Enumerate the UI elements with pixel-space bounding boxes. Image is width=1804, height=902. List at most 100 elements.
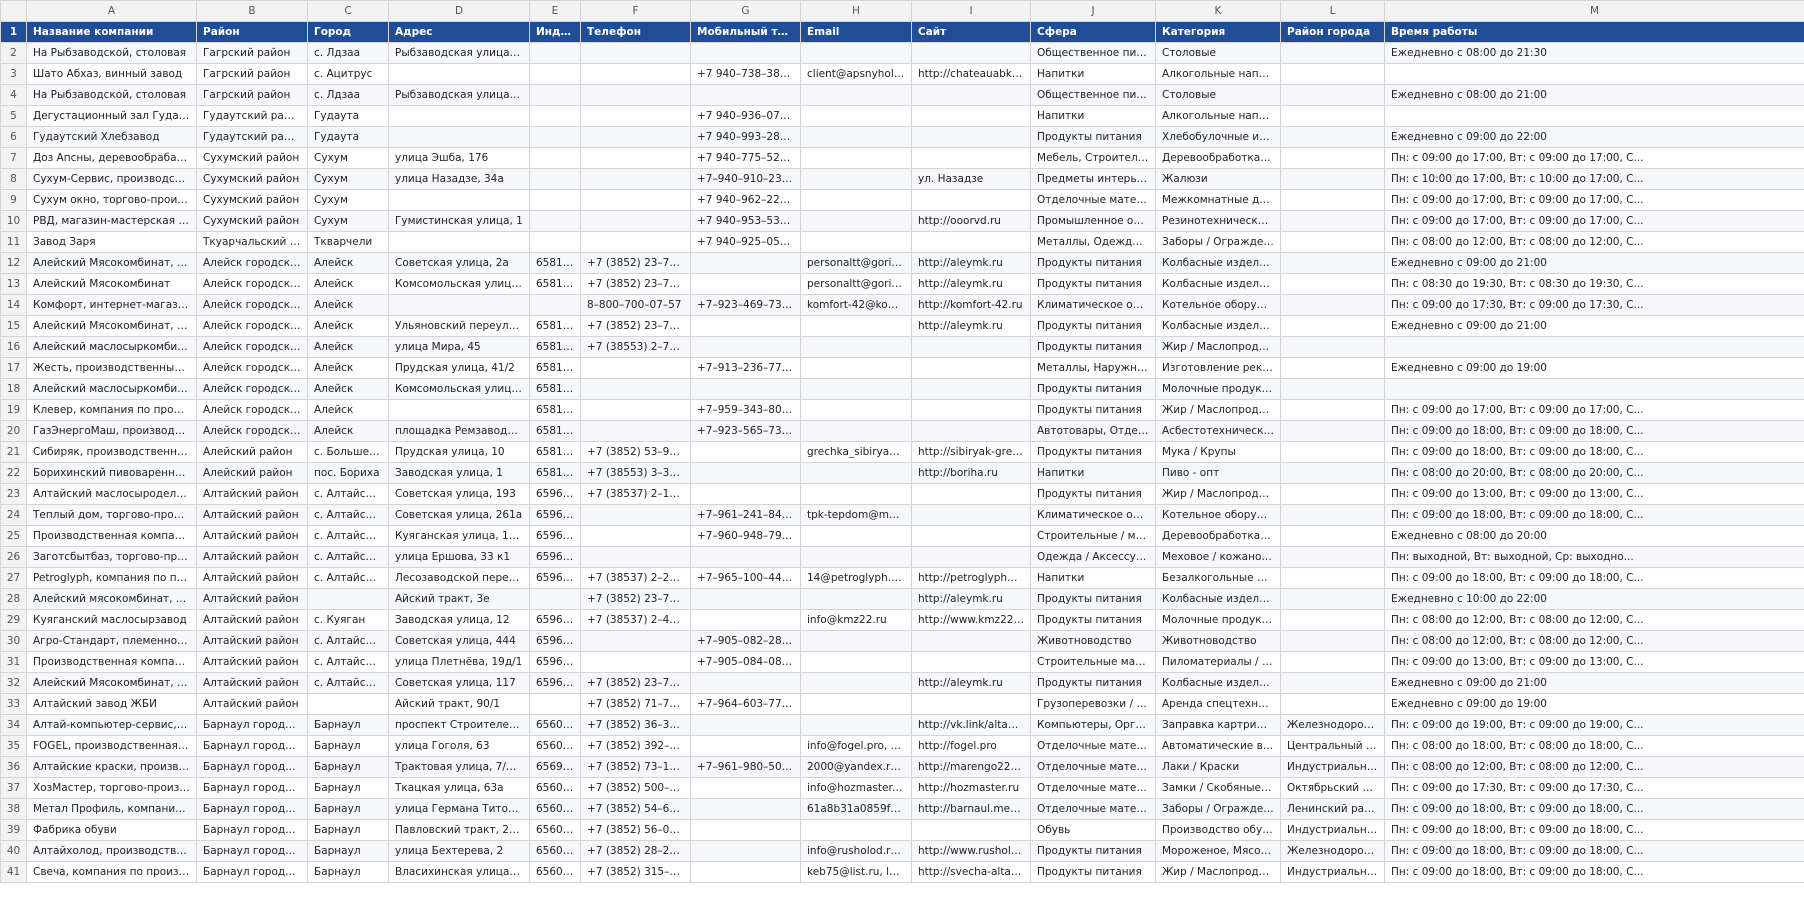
table-cell[interactable]: Продукты питания — [1030, 399, 1156, 421]
table-cell[interactable]: Алейск городской округ — [196, 399, 308, 421]
table-cell[interactable] — [1280, 462, 1385, 484]
table-cell[interactable]: улица Бехтерева, 2 — [388, 840, 530, 862]
table-cell[interactable] — [1280, 630, 1385, 652]
table-cell[interactable] — [911, 147, 1031, 169]
table-cell[interactable]: Продукты питания — [1030, 126, 1156, 148]
table-cell[interactable]: Сухум окно, торгово-производствен... — [26, 189, 197, 211]
table-cell[interactable]: +7 (3852) 23–78–78 — [580, 273, 691, 295]
header-cell[interactable]: Категория — [1155, 21, 1281, 43]
table-cell[interactable] — [911, 378, 1031, 400]
table-cell[interactable]: Алтайский район — [196, 567, 308, 589]
table-cell[interactable] — [800, 231, 912, 253]
table-cell[interactable] — [690, 546, 801, 568]
header-cell[interactable]: Адрес — [388, 21, 530, 43]
table-cell[interactable]: Отделочные материалы, С... — [1030, 735, 1156, 757]
table-cell[interactable]: Ленинский район — [1280, 798, 1385, 820]
row-number[interactable]: 20 — [0, 420, 27, 442]
table-cell[interactable]: Шато Абхаз, винный завод — [26, 63, 197, 85]
table-cell[interactable] — [911, 525, 1031, 547]
table-cell[interactable]: Колбасные изделия, Консе... — [1155, 588, 1281, 610]
table-cell[interactable]: Производственная компания — [26, 525, 197, 547]
row-number[interactable]: 30 — [0, 630, 27, 652]
table-cell[interactable]: Барнаул — [307, 714, 389, 736]
table-cell[interactable] — [800, 189, 912, 211]
row-number[interactable]: 14 — [0, 294, 27, 316]
table-cell[interactable]: grechka_sibiryak@mail.ru — [800, 441, 912, 463]
table-cell[interactable]: Алтайский район — [196, 630, 308, 652]
table-cell[interactable]: 656023 — [529, 798, 581, 820]
table-cell[interactable]: +7 (3852) 23–78–78 — [580, 588, 691, 610]
row-number[interactable]: 6 — [0, 126, 27, 148]
table-cell[interactable]: Прудская улица, 41/2 — [388, 357, 530, 379]
table-cell[interactable]: Пн: с 09:00 до 17:00, Вт: с 09:00 до 17:… — [1384, 147, 1804, 169]
table-cell[interactable]: Лесозаводской переулок, 2 — [388, 567, 530, 589]
table-cell[interactable] — [911, 693, 1031, 715]
table-cell[interactable]: Пн: с 09:00 до 13:00, Вт: с 09:00 до 13:… — [1384, 651, 1804, 673]
table-cell[interactable] — [1280, 504, 1385, 526]
row-number[interactable]: 13 — [0, 273, 27, 295]
row-number[interactable]: 36 — [0, 756, 27, 778]
table-cell[interactable]: ул. Назадзе — [911, 168, 1031, 190]
table-cell[interactable]: Агро-Стандарт, племенной конный за... — [26, 630, 197, 652]
table-cell[interactable] — [800, 147, 912, 169]
table-cell[interactable]: Заводская улица, 12 — [388, 609, 530, 631]
table-cell[interactable] — [580, 630, 691, 652]
header-cell[interactable]: Сайт — [911, 21, 1031, 43]
table-cell[interactable]: Столовые — [1155, 42, 1281, 64]
table-cell[interactable]: Заправка картриджей, Ко... — [1155, 714, 1281, 736]
table-cell[interactable] — [690, 840, 801, 862]
table-cell[interactable]: Пн: с 09:00 до 18:00, Вт: с 09:00 до 18:… — [1384, 798, 1804, 820]
table-cell[interactable] — [529, 693, 581, 715]
table-cell[interactable]: Комфорт, интернет-магазин по произ... — [26, 294, 197, 316]
table-cell[interactable]: 658127 — [529, 462, 581, 484]
table-cell[interactable]: Сухум — [307, 210, 389, 232]
table-cell[interactable]: +7 (38537) 2–44–91 — [580, 609, 691, 631]
table-cell[interactable]: Алейский Мясокомбинат, сеть магази... — [26, 672, 197, 694]
table-cell[interactable]: Алтайский район — [196, 693, 308, 715]
table-cell[interactable]: http://aleymk.ru — [911, 252, 1031, 274]
table-cell[interactable]: Пн: с 08:00 до 12:00, Вт: с 08:00 до 12:… — [1384, 231, 1804, 253]
table-cell[interactable]: Молочные продукты — [1155, 378, 1281, 400]
table-cell[interactable] — [800, 399, 912, 421]
table-cell[interactable]: 659650 — [529, 546, 581, 568]
table-cell[interactable] — [580, 168, 691, 190]
table-cell[interactable]: с. Алтайское — [307, 483, 389, 505]
table-cell[interactable]: Продукты питания — [1030, 378, 1156, 400]
table-cell[interactable]: Доз Апсны, деревообрабатывающий ... — [26, 147, 197, 169]
table-cell[interactable]: +7 (3852) 392–192 — [580, 735, 691, 757]
table-cell[interactable]: улица Гоголя, 63 — [388, 735, 530, 757]
table-cell[interactable] — [800, 546, 912, 568]
table-cell[interactable]: Теплый дом, торгово-производствен... — [26, 504, 197, 526]
table-cell[interactable] — [1280, 378, 1385, 400]
table-cell[interactable] — [529, 105, 581, 127]
table-cell[interactable]: с. Лдзаа — [307, 84, 389, 106]
table-cell[interactable]: Сухумский район — [196, 168, 308, 190]
table-cell[interactable]: Резинотехнические изделия — [1155, 210, 1281, 232]
table-cell[interactable]: Фабрика обуви — [26, 819, 197, 841]
table-cell[interactable]: Автотовары, Отделочные ... — [1030, 420, 1156, 442]
table-cell[interactable] — [580, 357, 691, 379]
table-cell[interactable]: Барнаул — [307, 777, 389, 799]
table-cell[interactable]: +7–923–469–73–77 — [690, 294, 801, 316]
table-cell[interactable]: Общественное питание — [1030, 84, 1156, 106]
table-cell[interactable]: Алейск — [307, 294, 389, 316]
table-cell[interactable]: Замки / Скобяные изделия... — [1155, 777, 1281, 799]
row-number[interactable]: 1 — [0, 21, 27, 43]
table-cell[interactable] — [1280, 651, 1385, 673]
table-cell[interactable]: 2000@yandex.ru, maren... — [800, 756, 912, 778]
table-cell[interactable]: с. Алтайское — [307, 630, 389, 652]
row-number[interactable]: 31 — [0, 651, 27, 673]
row-number[interactable]: 17 — [0, 357, 27, 379]
table-cell[interactable]: Айский тракт, 3е — [388, 588, 530, 610]
row-number[interactable]: 39 — [0, 819, 27, 841]
table-cell[interactable]: +7–961–980–50–25 — [690, 756, 801, 778]
table-cell[interactable]: 656011 — [529, 840, 581, 862]
table-cell[interactable]: Обувь — [1030, 819, 1156, 841]
table-cell[interactable]: Павловский тракт, 233Б — [388, 819, 530, 841]
table-cell[interactable]: Барнаул — [307, 819, 389, 841]
row-number[interactable]: 38 — [0, 798, 27, 820]
column-letter-header[interactable]: C — [307, 0, 389, 22]
table-cell[interactable]: Ежедневно с 09:00 до 21:00 — [1384, 672, 1804, 694]
table-cell[interactable]: ХозМастер, торгово-производствен... — [26, 777, 197, 799]
table-cell[interactable]: РВД, магазин-мастерская по произво... — [26, 210, 197, 232]
